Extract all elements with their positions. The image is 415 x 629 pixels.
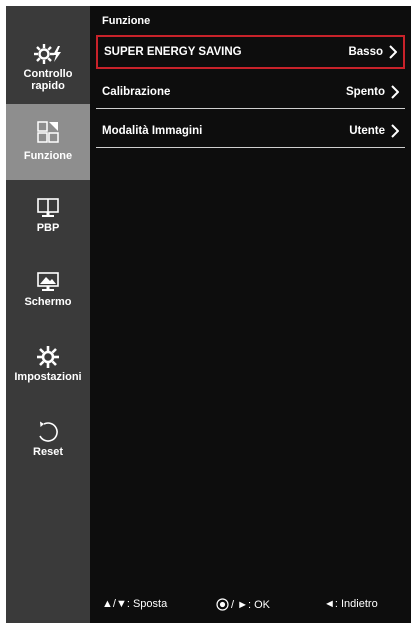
page-title: Funzione [102,15,151,27]
footer-hints: ▲/▼: Sposta / ►: OK ◄: Indietro [102,598,402,614]
settings-gear-icon [33,343,63,371]
row-label: Calibrazione [102,85,171,98]
row-label: SUPER ENERGY SAVING [104,46,242,58]
menu-row-super-energy-saving[interactable]: SUPER ENERGY SAVING Basso [96,35,405,69]
sidebar-item-label: Controllo [23,68,73,80]
chevron-right-icon [389,45,397,59]
monitor-osd-menu: Controllo rapido Funzione PBP Schermo Im… [6,6,411,623]
sidebar-item-label: Reset [33,446,63,458]
hint-ok: / ►: OK [216,598,270,611]
sidebar-item-label: Impostazioni [14,371,82,383]
chevron-right-icon [391,123,399,138]
sidebar-item-label: rapido [31,80,65,92]
sidebar-item-label: PBP [36,222,60,234]
sidebar-item-quick-settings[interactable]: Controllo rapido [6,40,90,98]
sidebar-item-reset[interactable]: Reset [6,418,90,466]
hint-move: ▲/▼: Sposta [102,598,168,610]
sidebar: Controllo rapido Funzione PBP Schermo Im… [6,6,90,623]
sidebar-item-function[interactable]: Funzione [6,104,90,180]
sidebar-item-pbp[interactable]: PBP [6,194,90,242]
pbp-icon [33,194,63,222]
menu-row-picture-mode[interactable]: Modalità Immagini Utente [96,114,405,148]
row-value-wrap: Basso [348,45,397,59]
sidebar-item-settings[interactable]: Impostazioni [6,343,90,391]
screen-icon [33,268,63,296]
menu-row-calibration[interactable]: Calibrazione Spento [96,75,405,109]
hint-ok-text: / ►: OK [231,598,271,611]
row-value: Utente [349,124,385,137]
sidebar-item-screen[interactable]: Schermo [6,268,90,316]
row-value: Spento [346,85,385,98]
reset-icon [33,418,63,446]
quick-settings-icon [33,40,63,68]
chevron-right-icon [391,84,399,99]
row-value: Basso [348,46,383,58]
joystick-press-icon [216,598,229,611]
function-icon [33,118,63,146]
row-value-wrap: Utente [349,123,399,138]
row-label: Modalità Immagini [102,124,203,137]
main-panel: Funzione SUPER ENERGY SAVING Basso Calib… [90,6,411,623]
sidebar-item-label: Schermo [24,296,72,308]
row-value-wrap: Spento [346,84,399,99]
hint-back: ◄: Indietro [324,598,378,610]
sidebar-item-label: Funzione [23,150,73,162]
